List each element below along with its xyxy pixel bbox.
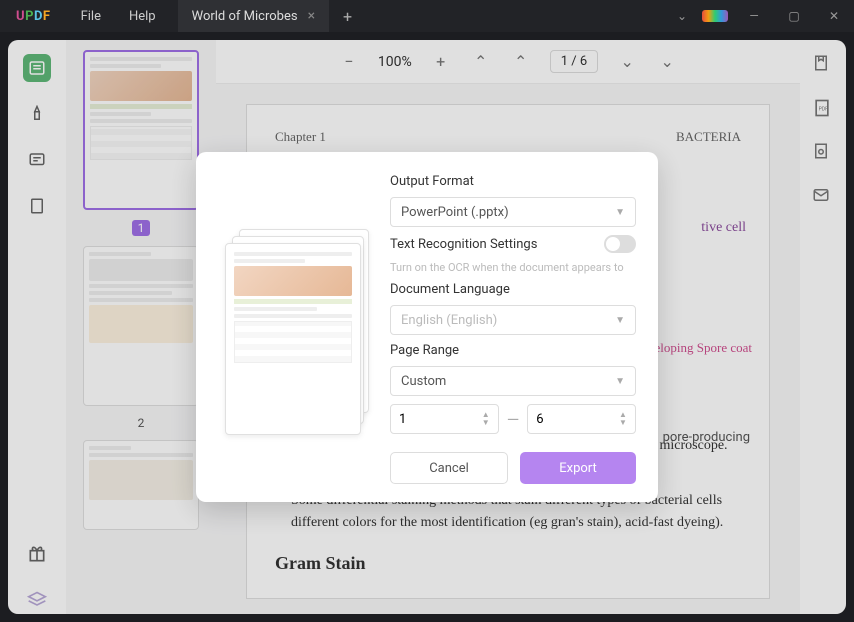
page-range-label: Page Range <box>390 343 636 358</box>
stepper-down-icon[interactable]: ▼ <box>619 419 631 427</box>
minimize-button[interactable]: — <box>734 0 774 32</box>
modal-overlay: Output Format PowerPoint (.pptx) ▼ Text … <box>8 40 846 614</box>
document-tab[interactable]: World of Microbes × <box>178 0 329 32</box>
tab-title: World of Microbes <box>192 9 298 24</box>
ocr-toggle[interactable] <box>604 235 636 253</box>
add-tab-button[interactable]: + <box>329 7 366 26</box>
output-format-value: PowerPoint (.pptx) <box>401 205 509 220</box>
stepper-down-icon[interactable]: ▼ <box>482 419 494 427</box>
range-from-input[interactable]: 1 ▲▼ <box>390 404 499 434</box>
range-to-input[interactable]: 6 ▲▼ <box>527 404 636 434</box>
chevron-down-icon: ▼ <box>615 207 625 218</box>
cancel-button[interactable]: Cancel <box>390 452 508 484</box>
export-dialog: Output Format PowerPoint (.pptx) ▼ Text … <box>196 152 658 502</box>
output-format-label: Output Format <box>390 174 636 189</box>
app-logo: UPDF <box>0 9 67 24</box>
language-select[interactable]: English (English) ▼ <box>390 305 636 335</box>
chevron-down-icon: ▼ <box>615 315 625 326</box>
dropdown-icon[interactable]: ⌄ <box>662 9 702 23</box>
language-label: Document Language <box>390 282 636 297</box>
ocr-hint: Turn on the OCR when the document appear… <box>390 261 636 274</box>
menu-help[interactable]: Help <box>115 9 170 24</box>
range-from-value: 1 <box>399 412 406 427</box>
output-format-select[interactable]: PowerPoint (.pptx) ▼ <box>390 197 636 227</box>
maximize-button[interactable]: ▢ <box>774 0 814 32</box>
close-icon[interactable]: × <box>308 8 315 24</box>
export-button[interactable]: Export <box>520 452 636 484</box>
ocr-label: Text Recognition Settings <box>390 237 537 252</box>
language-value: English (English) <box>401 313 497 328</box>
theme-icon[interactable] <box>702 10 728 22</box>
close-button[interactable]: ✕ <box>814 0 854 32</box>
range-to-value: 6 <box>536 412 543 427</box>
chevron-down-icon: ▼ <box>615 376 625 387</box>
dialog-preview <box>218 174 372 484</box>
page-range-select[interactable]: Custom ▼ <box>390 366 636 396</box>
range-dash: — <box>507 410 520 429</box>
title-bar: UPDF File Help World of Microbes × + ⌄ —… <box>0 0 854 32</box>
tab-strip: World of Microbes × + <box>178 0 662 32</box>
menu-file[interactable]: File <box>67 9 115 24</box>
page-range-value: Custom <box>401 374 446 389</box>
